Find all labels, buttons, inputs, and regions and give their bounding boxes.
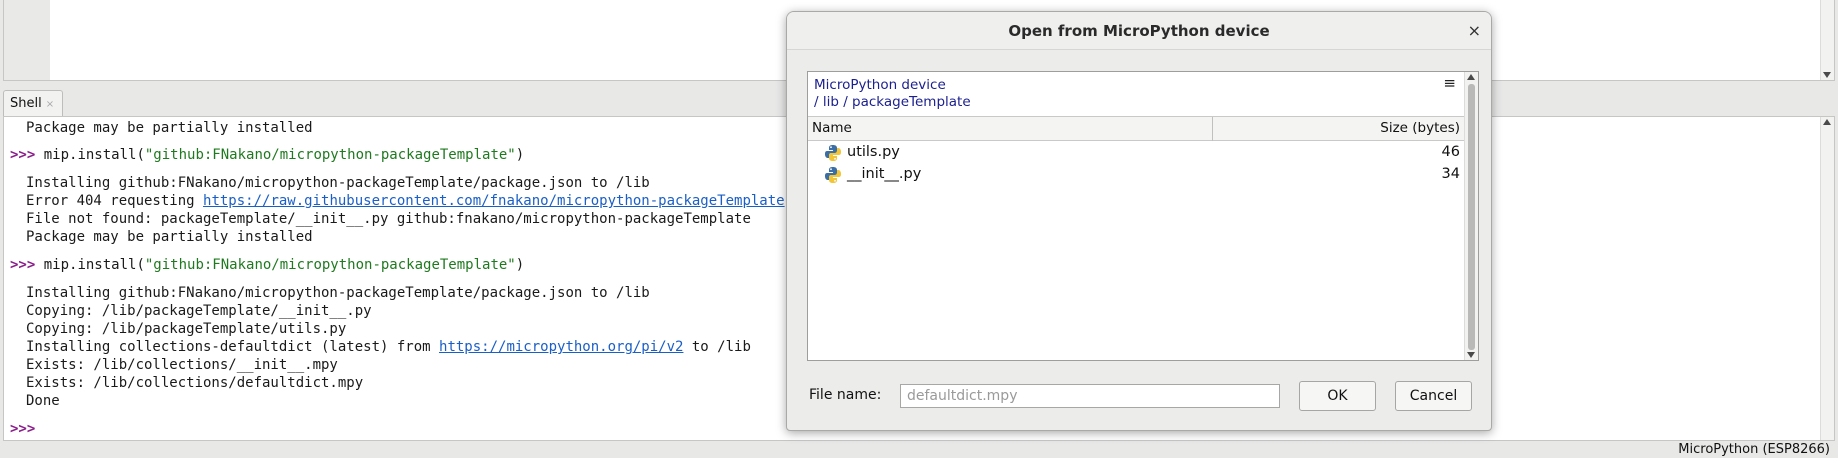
shell-output-text: Installing github:FNakano/micropython-pa…: [26, 175, 650, 191]
app-window: Shell × Package may be partially installe…: [0, 0, 1838, 458]
shell-link[interactable]: https://raw.githubusercontent.com/fnakan…: [203, 193, 785, 209]
cancel-button[interactable]: Cancel: [1395, 381, 1472, 411]
tab-shell[interactable]: Shell ×: [3, 90, 63, 116]
shell-command: mip.install(: [35, 147, 145, 163]
shell-line: >>> mip.install("github:FNakano/micropyt…: [10, 146, 524, 164]
file-list: utils.py 46 __init__.py 34: [808, 142, 1464, 186]
file-name-label: File name:: [809, 387, 882, 403]
shell-output-text: Installing collections-defaultdict (late…: [26, 339, 440, 355]
shell-output-text: to /lib: [683, 339, 751, 355]
shell-line: Copying: /lib/packageTemplate/utils.py: [26, 320, 346, 338]
file-browser: MicroPython device / lib / packageTempla…: [807, 71, 1479, 361]
shell-line: Installing github:FNakano/micropython-pa…: [26, 174, 650, 192]
shell-output-text: Exists: /lib/collections/__init__.mpy: [26, 357, 338, 373]
interpreter-status[interactable]: MicroPython (ESP8266): [1678, 442, 1830, 457]
open-file-dialog: Open from MicroPython device × MicroPyth…: [786, 11, 1492, 431]
shell-line: Exists: /lib/collections/__init__.mpy: [26, 356, 338, 374]
shell-prompt[interactable]: >>>: [10, 421, 35, 437]
file-name-input[interactable]: [900, 384, 1280, 408]
column-size-header[interactable]: Size (bytes): [1380, 120, 1460, 136]
shell-output-text: File not found: packageTemplate/__init__…: [26, 211, 751, 227]
shell-line: Done: [26, 392, 60, 410]
shell-command: mip.install(: [35, 257, 145, 273]
shell-command-string: "github:FNakano/micropython-packageTempl…: [144, 257, 516, 273]
shell-output-text: Package may be partially installed: [26, 229, 313, 245]
shell-prompt: >>>: [10, 257, 36, 273]
shell-line: Exists: /lib/collections/defaultdict.mpy: [26, 374, 363, 392]
file-table-header: Name Size (bytes): [808, 117, 1464, 141]
shell-line: Package may be partially installed: [26, 228, 313, 246]
shell-output-text: Copying: /lib/packageTemplate/__init__.p…: [26, 303, 372, 319]
file-row[interactable]: utils.py 46: [808, 142, 1464, 164]
shell-line: >>>: [10, 420, 35, 438]
dialog-title: Open from MicroPython device: [787, 12, 1491, 50]
shell-output-text: Copying: /lib/packageTemplate/utils.py: [26, 321, 347, 337]
line-number-gutter: [4, 0, 50, 80]
menu-icon[interactable]: ≡: [1443, 74, 1456, 92]
file-row[interactable]: __init__.py 34: [808, 164, 1464, 186]
shell-command: ): [515, 257, 525, 273]
shell-prompt: >>>: [10, 147, 36, 163]
status-bar: MicroPython (ESP8266): [0, 441, 1838, 458]
shell-output-text: Package may be partially installed: [26, 120, 313, 136]
file-list-scrollbar[interactable]: [1464, 72, 1478, 360]
shell-output-text: Done: [26, 393, 60, 409]
tab-shell-label: Shell: [10, 96, 42, 111]
shell-line: File not found: packageTemplate/__init__…: [26, 210, 751, 228]
scroll-thumb[interactable]: [1468, 84, 1475, 350]
python-file-icon: [825, 145, 841, 161]
shell-output-text: Error 404 requesting: [26, 193, 204, 209]
scroll-down-icon[interactable]: [1823, 72, 1831, 78]
shell-link[interactable]: https://micropython.org/pi/v2: [439, 339, 683, 355]
shell-command: ): [515, 147, 525, 163]
shell-line: >>> mip.install("github:FNakano/micropyt…: [10, 256, 524, 274]
scroll-up-icon[interactable]: [1823, 119, 1831, 125]
location-bar: MicroPython device / lib / packageTempla…: [808, 72, 1464, 117]
shell-line: Installing github:FNakano/micropython-pa…: [26, 284, 650, 302]
tab-close-icon[interactable]: ×: [46, 99, 54, 110]
ok-button[interactable]: OK: [1299, 381, 1376, 411]
scroll-down-icon[interactable]: [1467, 352, 1475, 358]
editor-scrollbar[interactable]: [1820, 0, 1834, 80]
python-file-icon: [825, 167, 841, 183]
shell-scrollbar[interactable]: [1820, 117, 1834, 440]
scroll-up-icon[interactable]: [1467, 74, 1475, 80]
file-size: 34: [1441, 166, 1460, 182]
shell-command-string: "github:FNakano/micropython-packageTempl…: [144, 147, 516, 163]
file-name: utils.py: [847, 144, 900, 160]
breadcrumb[interactable]: / lib / packageTemplate: [814, 94, 971, 110]
shell-line: Installing collections-defaultdict (late…: [26, 338, 751, 356]
shell-line: Error 404 requesting https://raw.githubu…: [26, 192, 785, 210]
file-name: __init__.py: [847, 166, 922, 182]
close-icon[interactable]: ×: [1468, 12, 1481, 50]
shell-line: Package may be partially installed: [26, 119, 313, 137]
file-size: 46: [1441, 144, 1460, 160]
shell-output-text: Exists: /lib/collections/defaultdict.mpy: [26, 375, 364, 391]
column-divider[interactable]: [1212, 117, 1213, 141]
device-label[interactable]: MicroPython device: [814, 77, 946, 93]
shell-line: Copying: /lib/packageTemplate/__init__.p…: [26, 302, 372, 320]
shell-output-text: Installing github:FNakano/micropython-pa…: [26, 285, 650, 301]
column-name-header[interactable]: Name: [812, 120, 852, 136]
